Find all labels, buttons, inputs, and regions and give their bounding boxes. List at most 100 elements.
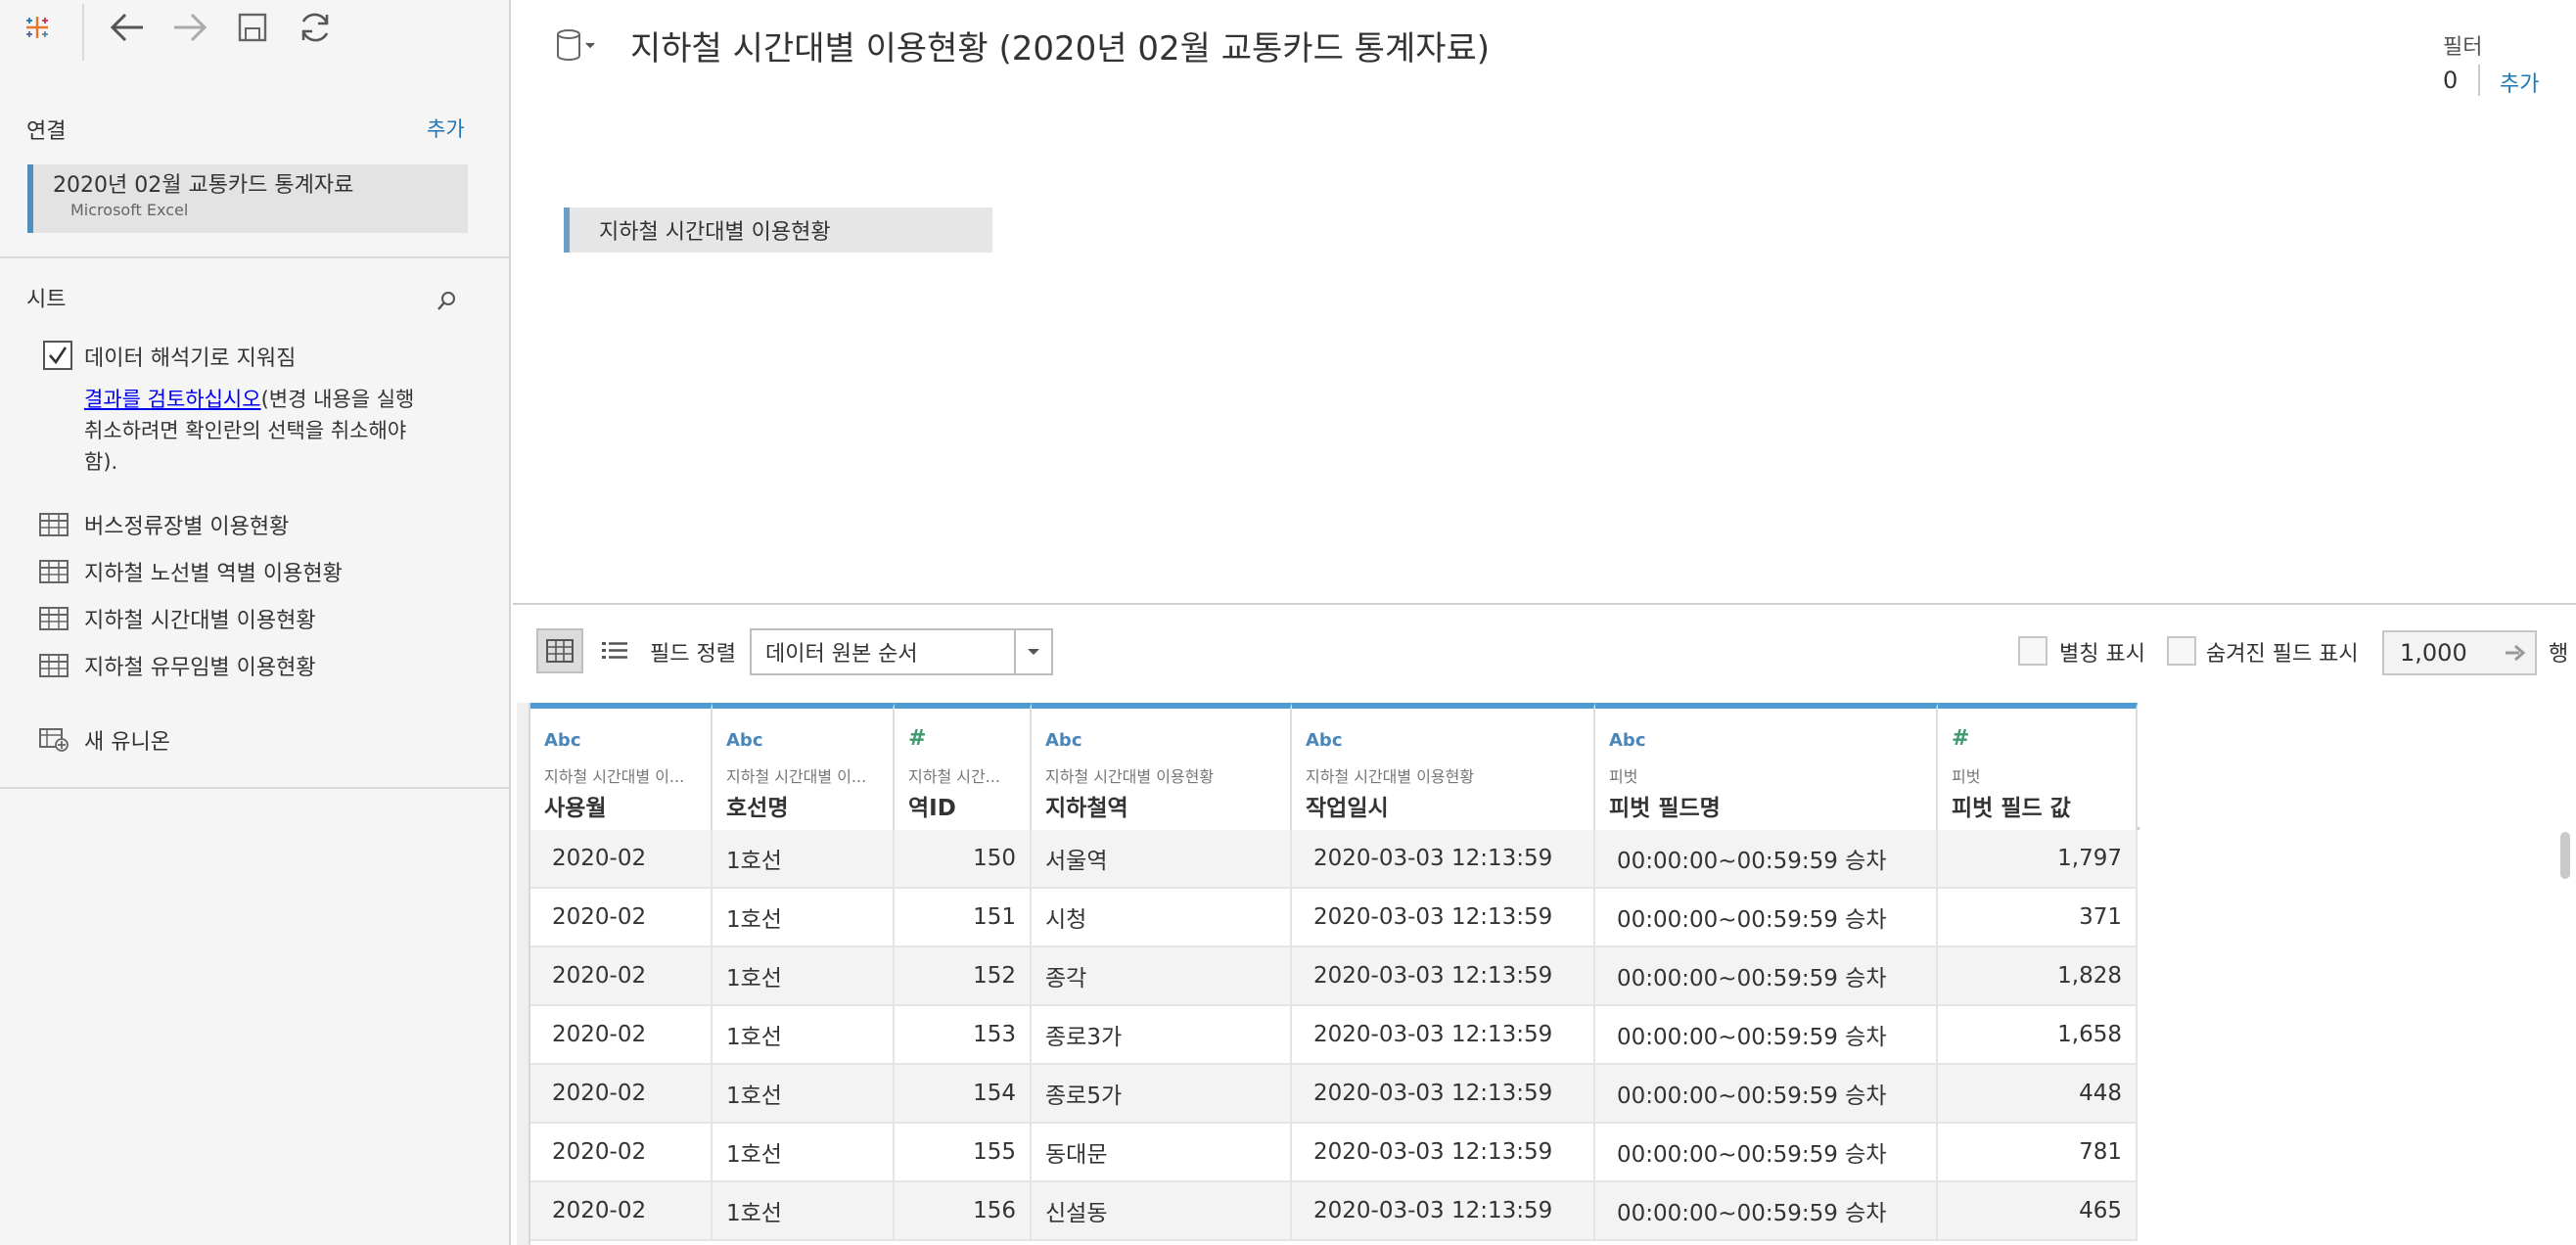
table-cell[interactable]: 2020-03-03 12:13:59 (1292, 1065, 1595, 1122)
canvas-table-card[interactable]: 지하철 시간대별 이용현황 (564, 208, 992, 253)
table-cell[interactable]: 2020-03-03 12:13:59 (1292, 889, 1595, 945)
table-cell[interactable]: 152 (895, 947, 1032, 1004)
table-cell[interactable]: 00:00:00~00:59:59 승차 (1595, 830, 1938, 887)
table-cell[interactable]: 종로3가 (1032, 1006, 1292, 1063)
string-type-icon[interactable]: Abc (1306, 730, 1343, 751)
column-name[interactable]: 피벗 필드명 (1609, 789, 1721, 822)
show-hidden-fields-checkbox[interactable] (2167, 636, 2196, 666)
rows-apply-button[interactable] (2496, 632, 2535, 673)
table-cell[interactable]: 2020-02 (530, 1006, 713, 1063)
table-cell[interactable]: 00:00:00~00:59:59 승차 (1595, 947, 1938, 1004)
table-cell[interactable]: 신설동 (1032, 1182, 1292, 1239)
vertical-scrollbar[interactable] (2560, 832, 2570, 879)
column-header[interactable]: Abc 지하철 시간대별 이용현황 작업일시 (1292, 703, 1595, 830)
number-type-icon[interactable]: # (908, 726, 926, 751)
table-cell[interactable]: 781 (1938, 1124, 2138, 1180)
column-header[interactable]: # 피벗 피벗 필드 값 (1938, 703, 2138, 830)
sheet-item-subway-line-station[interactable]: 지하철 노선별 역별 이용현황 (39, 554, 343, 589)
column-name[interactable]: 지하철역 (1045, 789, 1128, 822)
table-cell[interactable]: 155 (895, 1124, 1032, 1180)
connection-item[interactable]: 2020년 02월 교통카드 통계자료 Microsoft Excel (27, 164, 468, 233)
string-type-icon[interactable]: Abc (544, 730, 581, 751)
column-header[interactable]: # 지하철 시간... 역ID (895, 703, 1032, 830)
table-cell[interactable]: 1,658 (1938, 1006, 2138, 1063)
table-cell[interactable]: 종각 (1032, 947, 1292, 1004)
table-cell[interactable]: 00:00:00~00:59:59 승차 (1595, 1124, 1938, 1180)
column-name[interactable]: 역ID (908, 789, 956, 822)
table-cell[interactable]: 00:00:00~00:59:59 승차 (1595, 1182, 1938, 1239)
table-cell[interactable]: 00:00:00~00:59:59 승차 (1595, 889, 1938, 945)
rows-count-input[interactable]: 1,000 (2382, 630, 2537, 675)
table-cell[interactable]: 153 (895, 1006, 1032, 1063)
number-type-icon[interactable]: # (1952, 726, 1969, 751)
table-cell[interactable]: 156 (895, 1182, 1032, 1239)
datasource-menu-button[interactable] (554, 25, 603, 65)
table-cell[interactable]: 2020-02 (530, 1065, 713, 1122)
table-cell[interactable]: 2020-03-03 12:13:59 (1292, 1124, 1595, 1180)
add-connection-link[interactable]: 추가 (427, 114, 465, 143)
table-cell[interactable]: 00:00:00~00:59:59 승차 (1595, 1006, 1938, 1063)
table-cell[interactable]: 151 (895, 889, 1032, 945)
sheet-item-subway-fare-type[interactable]: 지하철 유무임별 이용현황 (39, 648, 316, 683)
add-filter-link[interactable]: 추가 (2500, 67, 2539, 98)
table-cell[interactable]: 371 (1938, 889, 2138, 945)
table-cell[interactable]: 동대문 (1032, 1124, 1292, 1180)
table-cell[interactable]: 1,828 (1938, 947, 2138, 1004)
table-cell[interactable]: 2020-03-03 12:13:59 (1292, 1006, 1595, 1063)
save-button[interactable] (229, 4, 276, 51)
new-union-item[interactable]: 새 유니온 (39, 722, 170, 758)
dropdown-arrow[interactable] (1014, 630, 1051, 673)
table-cell[interactable]: 2020-02 (530, 830, 713, 887)
table-cell[interactable]: 2020-02 (530, 1124, 713, 1180)
table-cell[interactable]: 00:00:00~00:59:59 승차 (1595, 1065, 1938, 1122)
table-cell[interactable]: 시청 (1032, 889, 1292, 945)
grid-view-button[interactable] (536, 628, 583, 673)
table-cell[interactable]: 1호선 (713, 830, 895, 887)
back-button[interactable] (104, 4, 151, 51)
column-name[interactable]: 작업일시 (1306, 789, 1389, 822)
sort-fields-select[interactable]: 데이터 원본 순서 (750, 628, 1053, 675)
string-type-icon[interactable]: Abc (1045, 730, 1082, 751)
table-cell[interactable]: 2020-03-03 12:13:59 (1292, 1182, 1595, 1239)
column-header[interactable]: Abc 지하철 시간대별 이용현황 지하철역 (1032, 703, 1292, 830)
table-cell[interactable]: 서울역 (1032, 830, 1292, 887)
table-cell[interactable]: 465 (1938, 1182, 2138, 1239)
sheet-item-bus-stops[interactable]: 버스정류장별 이용현황 (39, 507, 289, 542)
string-type-icon[interactable]: Abc (726, 730, 763, 751)
table-cell[interactable]: 종로5가 (1032, 1065, 1292, 1122)
string-type-icon[interactable]: Abc (1609, 730, 1646, 751)
table-cell[interactable]: 1호선 (713, 1124, 895, 1180)
sheet-item-subway-hourly[interactable]: 지하철 시간대별 이용현황 (39, 601, 316, 636)
new-union-icon (39, 728, 69, 752)
forward-button[interactable] (166, 4, 213, 51)
show-aliases-checkbox[interactable] (2018, 636, 2047, 666)
table-cell[interactable]: 2020-03-03 12:13:59 (1292, 947, 1595, 1004)
column-name[interactable]: 사용월 (544, 789, 606, 822)
table-cell[interactable]: 1호선 (713, 947, 895, 1004)
column-name[interactable]: 피벗 필드 값 (1952, 789, 2071, 822)
column-name[interactable]: 호선명 (726, 789, 788, 822)
pane-splitter[interactable] (513, 603, 2576, 605)
table-cell[interactable]: 448 (1938, 1065, 2138, 1122)
table-cell[interactable]: 1호선 (713, 1006, 895, 1063)
list-view-button[interactable] (591, 628, 638, 673)
table-cell[interactable]: 2020-02 (530, 889, 713, 945)
table-cell[interactable]: 1,797 (1938, 830, 2138, 887)
table-cell[interactable]: 2020-02 (530, 1182, 713, 1239)
table-cell[interactable]: 154 (895, 1065, 1032, 1122)
table-icon (39, 560, 69, 583)
table-cell[interactable]: 1호선 (713, 1065, 895, 1122)
refresh-button[interactable] (292, 4, 339, 51)
table-cell[interactable]: 2020-02 (530, 947, 713, 1004)
column-header[interactable]: Abc 피벗 피벗 필드명 (1595, 703, 1938, 830)
table-cell[interactable]: 2020-03-03 12:13:59 (1292, 830, 1595, 887)
sheet-search-button[interactable] (431, 284, 464, 317)
data-interpreter-checkbox[interactable] (43, 341, 72, 370)
tableau-logo-icon[interactable] (14, 4, 61, 51)
table-cell[interactable]: 150 (895, 830, 1032, 887)
table-cell[interactable]: 1호선 (713, 1182, 895, 1239)
column-header[interactable]: Abc 지하철 시간대별 이... 호선명 (713, 703, 895, 830)
column-header[interactable]: Abc 지하철 시간대별 이... 사용월 (530, 703, 713, 830)
review-results-link[interactable]: 결과를 검토하십시오 (84, 388, 261, 411)
table-cell[interactable]: 1호선 (713, 889, 895, 945)
